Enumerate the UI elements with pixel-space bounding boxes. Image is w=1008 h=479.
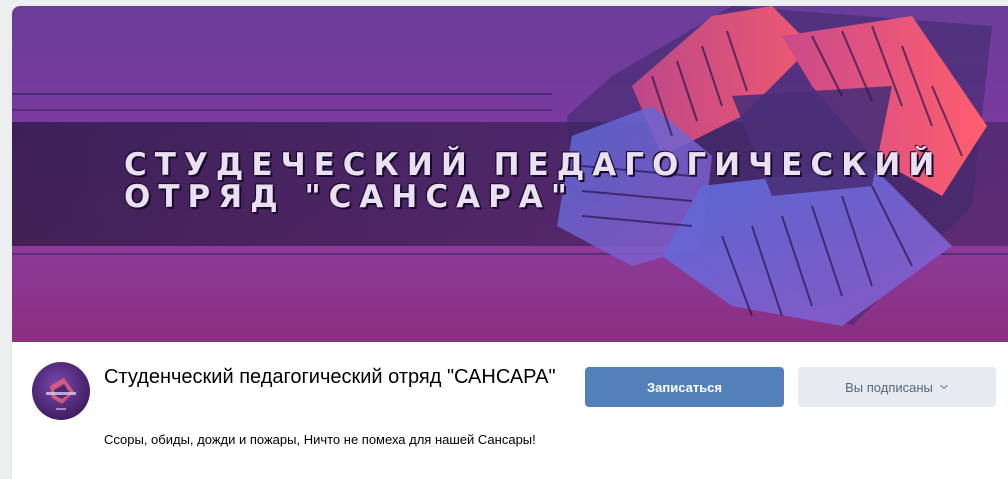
group-status: Ссоры, обиды, дожди и пожары, Ничто не п… <box>104 432 536 447</box>
subscribed-label: Вы подписаны <box>845 379 933 395</box>
group-info: Студенческий педагогический отряд "САНСА… <box>12 342 1008 479</box>
cover-image: СТУДЕЧЕСКИЙ ПЕДАГОГИЧЕСКИЙ ОТРЯД "САНСАР… <box>12 6 1008 342</box>
cover-title: СТУДЕЧЕСКИЙ ПЕДАГОГИЧЕСКИЙ ОТРЯД "САНСАР… <box>124 147 943 215</box>
avatar[interactable] <box>32 362 90 420</box>
group-header-card: СТУДЕЧЕСКИЙ ПЕДАГОГИЧЕСКИЙ ОТРЯД "САНСАР… <box>12 6 1008 479</box>
join-button[interactable]: Записаться <box>585 367 784 407</box>
subscribed-dropdown-button[interactable]: Вы подписаны <box>798 367 996 407</box>
group-name: Студенческий педагогический отряд "САНСА… <box>104 366 556 388</box>
avatar-logo-icon <box>46 378 76 410</box>
chevron-down-icon <box>940 384 948 390</box>
